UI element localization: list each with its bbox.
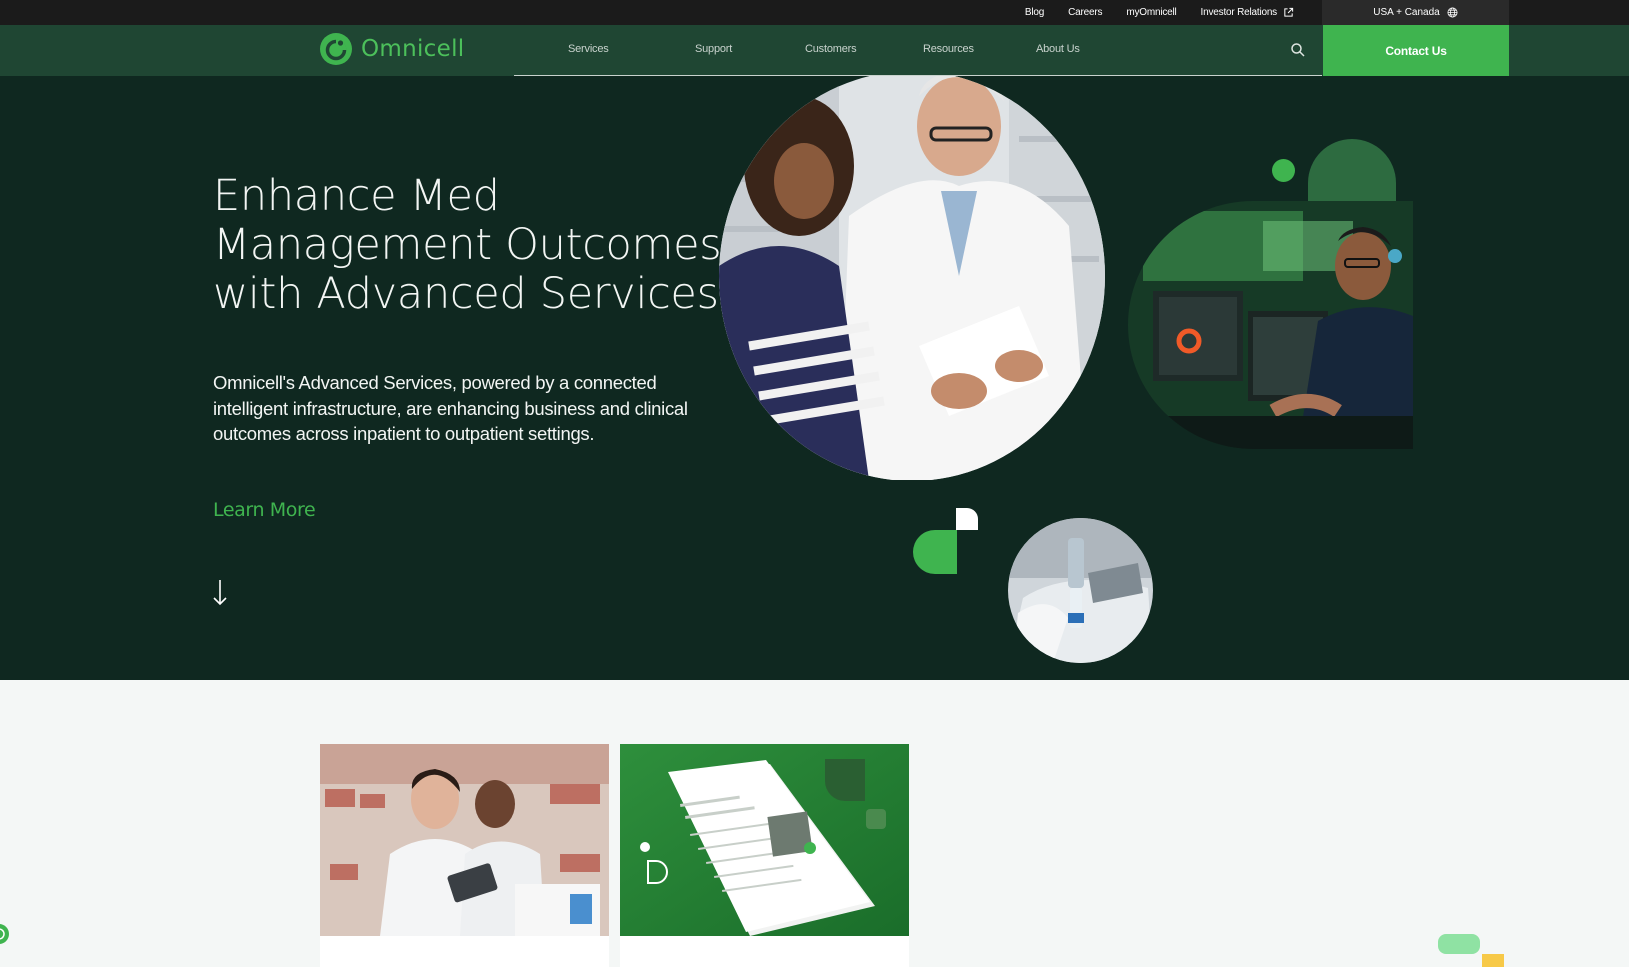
contact-us-button[interactable]: Contact Us <box>1323 25 1509 76</box>
resource-card-guide[interactable] <box>620 744 909 967</box>
logo-text: Omnicell <box>361 36 465 62</box>
hero-title: Enhance Med Management Outcomes with Adv… <box>213 171 722 319</box>
omnicell-logo-icon <box>320 33 352 65</box>
external-link-icon <box>1284 7 1294 17</box>
guide-card-image <box>620 744 909 936</box>
pharmacists-card-image <box>320 744 609 936</box>
nav-item-support[interactable]: Support <box>695 43 732 55</box>
decor-quarter-white <box>956 508 978 530</box>
investor-relations-label: Investor Relations <box>1200 7 1278 18</box>
decor-quarter-green <box>913 530 957 574</box>
region-selector[interactable]: USA + Canada <box>1322 0 1509 25</box>
learn-more-link[interactable]: Learn More <box>213 499 316 521</box>
pharmacy-robot-photo <box>1008 518 1153 663</box>
decor-dot <box>1272 159 1295 182</box>
chat-icon[interactable] <box>0 923 10 945</box>
arrow-down-icon[interactable] <box>210 578 230 608</box>
utility-link-investor-relations[interactable]: Investor Relations <box>1201 7 1294 18</box>
pharmacist-photo <box>719 76 1105 480</box>
nav-item-services[interactable]: Services <box>568 43 609 55</box>
nav-item-customers[interactable]: Customers <box>805 43 857 55</box>
monitoring-operator-photo <box>1128 201 1413 449</box>
resource-card-pharmacists[interactable] <box>320 744 609 967</box>
main-nav: Omnicell Services Support Customers Reso… <box>0 25 1629 76</box>
nav-menu: Services Support Customers Resources Abo… <box>514 25 1322 76</box>
hero-section: Enhance Med Management Outcomes with Adv… <box>0 76 1629 680</box>
utility-link-careers[interactable]: Careers <box>1068 7 1102 18</box>
page: Blog Careers myOmnicell Investor Relatio… <box>0 0 1629 967</box>
utility-link-myomnicell[interactable]: myOmnicell <box>1126 7 1176 18</box>
hero-description: Omnicell's Advanced Services, powered by… <box>213 372 688 444</box>
decor-bottom-shapes <box>1438 934 1504 967</box>
resource-cards <box>320 744 909 967</box>
utility-link-blog[interactable]: Blog <box>1025 7 1044 18</box>
utility-bar: Blog Careers myOmnicell Investor Relatio… <box>0 0 1629 25</box>
region-label: USA + Canada <box>1373 7 1440 18</box>
utility-links: Blog Careers myOmnicell Investor Relatio… <box>1025 0 1294 25</box>
nav-item-about-us[interactable]: About Us <box>1036 43 1080 55</box>
globe-icon <box>1447 7 1458 18</box>
search-icon[interactable] <box>1289 41 1307 59</box>
nav-item-resources[interactable]: Resources <box>923 43 974 55</box>
omnicell-logo[interactable]: Omnicell <box>319 32 464 66</box>
